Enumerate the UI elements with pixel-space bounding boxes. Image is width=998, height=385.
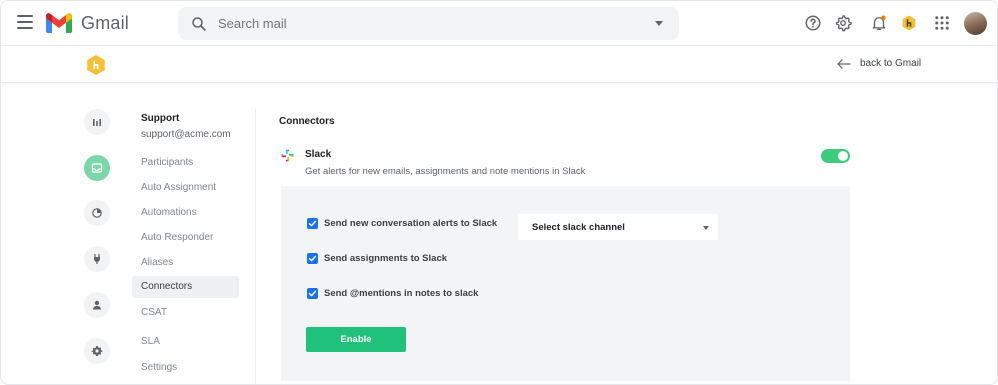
select-value: Select slack channel <box>532 222 625 233</box>
nav-item-auto-responder[interactable]: Auto Responder <box>132 227 239 249</box>
gmail-logo-icon[interactable] <box>46 13 72 33</box>
nav-item-connectors[interactable]: Connectors <box>132 276 239 298</box>
enable-button[interactable]: Enable <box>306 327 406 352</box>
slack-logo-icon <box>281 149 294 162</box>
gear-icon <box>91 346 103 356</box>
option-assignments[interactable]: Send assignments to Slack <box>307 253 447 264</box>
slack-enable-toggle[interactable] <box>821 149 850 163</box>
apps-grid-icon[interactable] <box>933 14 951 32</box>
connector-description: Get alerts for new emails, assignments a… <box>305 166 586 177</box>
option-label: Send new conversation alerts to Slack <box>324 218 498 229</box>
bar-chart-icon <box>93 119 101 126</box>
nav-item-auto-assignment[interactable]: Auto Assignment <box>132 177 239 199</box>
nav-item-participants[interactable]: Participants <box>132 152 239 174</box>
inbox-rail-button[interactable] <box>84 155 110 181</box>
nav-divider <box>255 109 256 384</box>
hiver-logo-icon <box>87 55 105 75</box>
option-label: Send @mentions in notes to slack <box>324 288 479 299</box>
nav-item-automations[interactable]: Automations <box>132 202 239 224</box>
connector-name: Slack <box>305 149 332 160</box>
users-rail-button[interactable] <box>84 292 110 318</box>
checkmark-icon <box>308 255 317 262</box>
nav-item-settings[interactable]: Settings <box>132 357 239 379</box>
user-icon <box>93 300 101 310</box>
hiver-extension-icon[interactable] <box>900 14 918 32</box>
pie-chart-icon <box>92 208 102 218</box>
nav-item-csat[interactable]: CSAT <box>132 302 239 324</box>
arrow-left-icon <box>837 58 851 69</box>
notification-bell-icon[interactable] <box>870 14 888 32</box>
inbox-icon <box>91 163 103 173</box>
page-title: Connectors <box>279 116 335 127</box>
option-label: Send assignments to Slack <box>324 253 448 264</box>
search-bar[interactable] <box>178 7 679 40</box>
nav-item-aliases[interactable]: Aliases <box>132 252 239 274</box>
chevron-down-icon <box>703 226 709 230</box>
plug-icon <box>94 253 100 264</box>
settings-gear-icon[interactable] <box>834 14 852 32</box>
option-new-conversation-alerts[interactable]: Send new conversation alerts to Slack <box>307 218 497 229</box>
checkbox-checked[interactable] <box>307 288 318 299</box>
slack-channel-select[interactable]: Select slack channel <box>518 214 718 240</box>
checkbox-checked[interactable] <box>307 253 318 264</box>
toggle-knob <box>838 151 848 161</box>
avatar[interactable] <box>964 12 987 35</box>
settings-rail-button[interactable] <box>84 338 110 364</box>
search-options-caret-icon[interactable] <box>655 21 663 26</box>
hiver-subheader: back to Gmail <box>1 45 997 83</box>
main-menu-icon[interactable] <box>17 15 33 29</box>
checkbox-checked[interactable] <box>307 218 318 229</box>
analytics-rail-button[interactable] <box>84 109 110 135</box>
checkmark-icon <box>308 290 317 297</box>
back-to-gmail-link[interactable]: back to Gmail <box>837 58 921 69</box>
search-icon[interactable] <box>190 15 208 33</box>
help-icon[interactable] <box>804 14 822 32</box>
checkmark-icon <box>308 220 317 227</box>
gmail-wordmark: Gmail <box>81 13 130 33</box>
search-input[interactable] <box>218 16 618 31</box>
back-to-gmail-label: back to Gmail <box>860 58 922 69</box>
shared-inbox-name: Support <box>141 113 180 124</box>
integrations-rail-button[interactable] <box>84 246 110 272</box>
nav-item-sla[interactable]: SLA <box>132 331 239 353</box>
reports-rail-button[interactable] <box>84 200 110 226</box>
gmail-header: Gmail <box>1 1 997 45</box>
app-frame: Gmail Search mail back to Gmail Support … <box>0 0 998 385</box>
shared-inbox-email: support@acme.com <box>141 129 231 140</box>
option-mentions-in-notes[interactable]: Send @mentions in notes to slack <box>307 288 478 299</box>
